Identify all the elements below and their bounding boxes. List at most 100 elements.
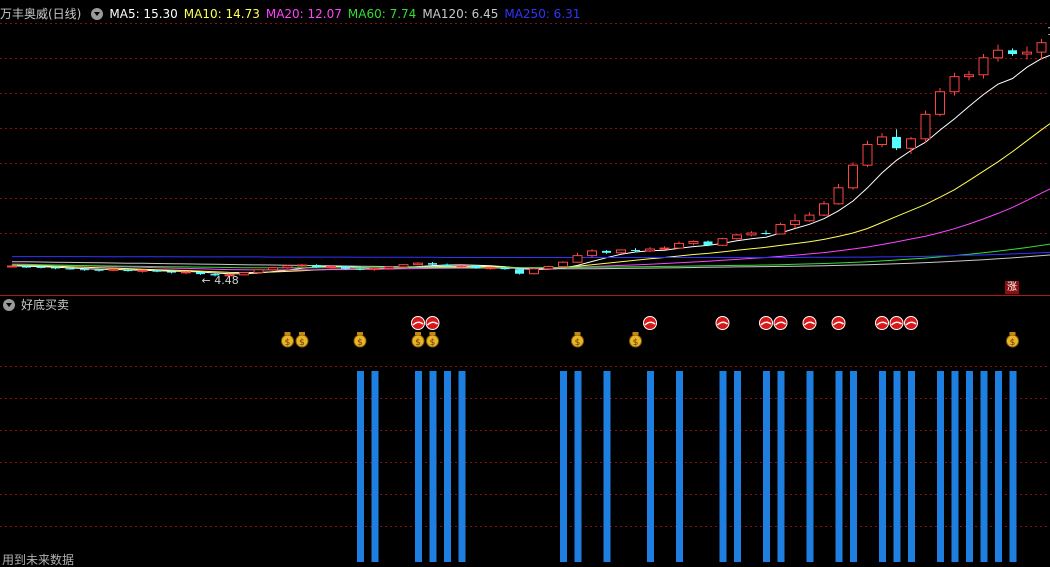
- signal-bar: [444, 371, 451, 562]
- money-bag-symbol: $: [430, 338, 436, 348]
- candle-body: [529, 268, 539, 275]
- candle-body: [616, 249, 626, 254]
- candle-body: [413, 262, 423, 266]
- money-bag-knot: [284, 332, 291, 335]
- candle-body: [137, 269, 148, 272]
- signal-bar: [806, 371, 814, 562]
- chart-canvas[interactable]: 17.31← 4.48$$$$$$$$: [0, 0, 1050, 567]
- candle-body: [804, 214, 815, 222]
- signal-bar: [734, 371, 741, 562]
- money-bag-symbol: $: [1010, 338, 1016, 348]
- ma-line-ma20: [11, 188, 1050, 271]
- candle-body: [369, 267, 380, 271]
- money-bag-symbol: $: [299, 338, 305, 348]
- signal-bar: [908, 371, 915, 562]
- candle-body: [94, 269, 104, 271]
- candle-body: [500, 267, 510, 270]
- candle-body: [123, 269, 133, 272]
- candle-body: [384, 266, 394, 269]
- candle-body: [674, 242, 684, 249]
- money-bag-knot: [357, 332, 363, 335]
- signal-bar: [574, 371, 582, 562]
- footer-note: 用到未来数据: [2, 553, 75, 567]
- candle-body: [906, 138, 916, 149]
- candle-body: [587, 250, 597, 257]
- candle-body: [558, 261, 568, 268]
- money-bag-symbol: $: [575, 338, 581, 348]
- candle-body: [7, 265, 17, 268]
- money-bag-knot: [632, 332, 639, 335]
- signal-bar: [980, 371, 988, 562]
- signal-bar: [458, 371, 466, 562]
- candle-body: [602, 250, 611, 253]
- candle-body: [1008, 50, 1017, 55]
- candle-body: [282, 265, 293, 269]
- candle-body: [543, 266, 554, 270]
- candle-body: [1036, 42, 1047, 53]
- candle-body: [22, 266, 31, 268]
- candle-body: [456, 265, 467, 268]
- candle-body: [978, 57, 989, 76]
- candle-body: [152, 270, 162, 272]
- candle-body: [993, 49, 1003, 59]
- candle-body: [688, 240, 699, 244]
- candle-body: [949, 76, 960, 93]
- candle-body: [732, 234, 742, 240]
- signal-bar: [850, 371, 857, 562]
- candle-body: [36, 266, 46, 268]
- candle-body: [428, 263, 437, 265]
- signal-bar: [1009, 371, 1017, 562]
- signal-bar: [763, 371, 770, 562]
- money-bag-knot: [429, 332, 436, 335]
- candle-body: [442, 264, 452, 267]
- candle-body: [239, 272, 249, 276]
- candle-body: [167, 271, 176, 273]
- candle-body: [51, 267, 60, 269]
- candle-body: [80, 269, 89, 271]
- candle-body: [892, 136, 901, 149]
- candle-body: [964, 74, 974, 78]
- candle-body: [108, 268, 119, 271]
- ma-line-ma10: [11, 122, 1050, 274]
- candle-body: [717, 238, 728, 246]
- money-bag-knot: [574, 332, 581, 335]
- candle-body: [848, 164, 858, 189]
- signal-bar: [357, 371, 364, 562]
- candle-body: [703, 241, 713, 246]
- candle-body: [775, 224, 786, 235]
- candle-body: [920, 113, 931, 140]
- signal-bar: [951, 371, 959, 562]
- signal-bar: [966, 371, 973, 562]
- money-bag-knot: [299, 332, 305, 335]
- ma-line-ma5: [11, 54, 1050, 275]
- candle-body: [485, 267, 496, 270]
- candle-body: [341, 266, 350, 269]
- signal-bar: [937, 371, 944, 562]
- candle-body: [877, 136, 887, 145]
- candle-body: [631, 249, 640, 251]
- signal-bar: [777, 371, 785, 562]
- candle-body: [65, 268, 75, 270]
- ma-line-ma250: [12, 251, 1050, 258]
- candle-body: [761, 233, 771, 235]
- candle-body: [253, 269, 264, 274]
- signal-bar: [893, 371, 901, 562]
- money-bag-knot: [415, 332, 421, 335]
- candle-body: [645, 248, 655, 252]
- candle-body: [471, 265, 481, 269]
- money-bag-symbol: $: [285, 338, 291, 348]
- candle-body: [819, 203, 829, 216]
- candle-body: [515, 269, 524, 274]
- signal-bar: [879, 371, 886, 562]
- money-bag-symbol: $: [633, 338, 639, 348]
- signal-bar: [603, 371, 611, 562]
- money-bag-symbol: $: [357, 338, 363, 348]
- candle-body: [326, 266, 336, 269]
- signal-bar: [415, 371, 422, 562]
- candle-body: [935, 91, 945, 115]
- candle-body: [297, 264, 307, 267]
- candle-body: [355, 268, 365, 270]
- signal-bar: [647, 371, 654, 562]
- candle-body: [659, 247, 670, 250]
- signal-bar: [371, 371, 379, 562]
